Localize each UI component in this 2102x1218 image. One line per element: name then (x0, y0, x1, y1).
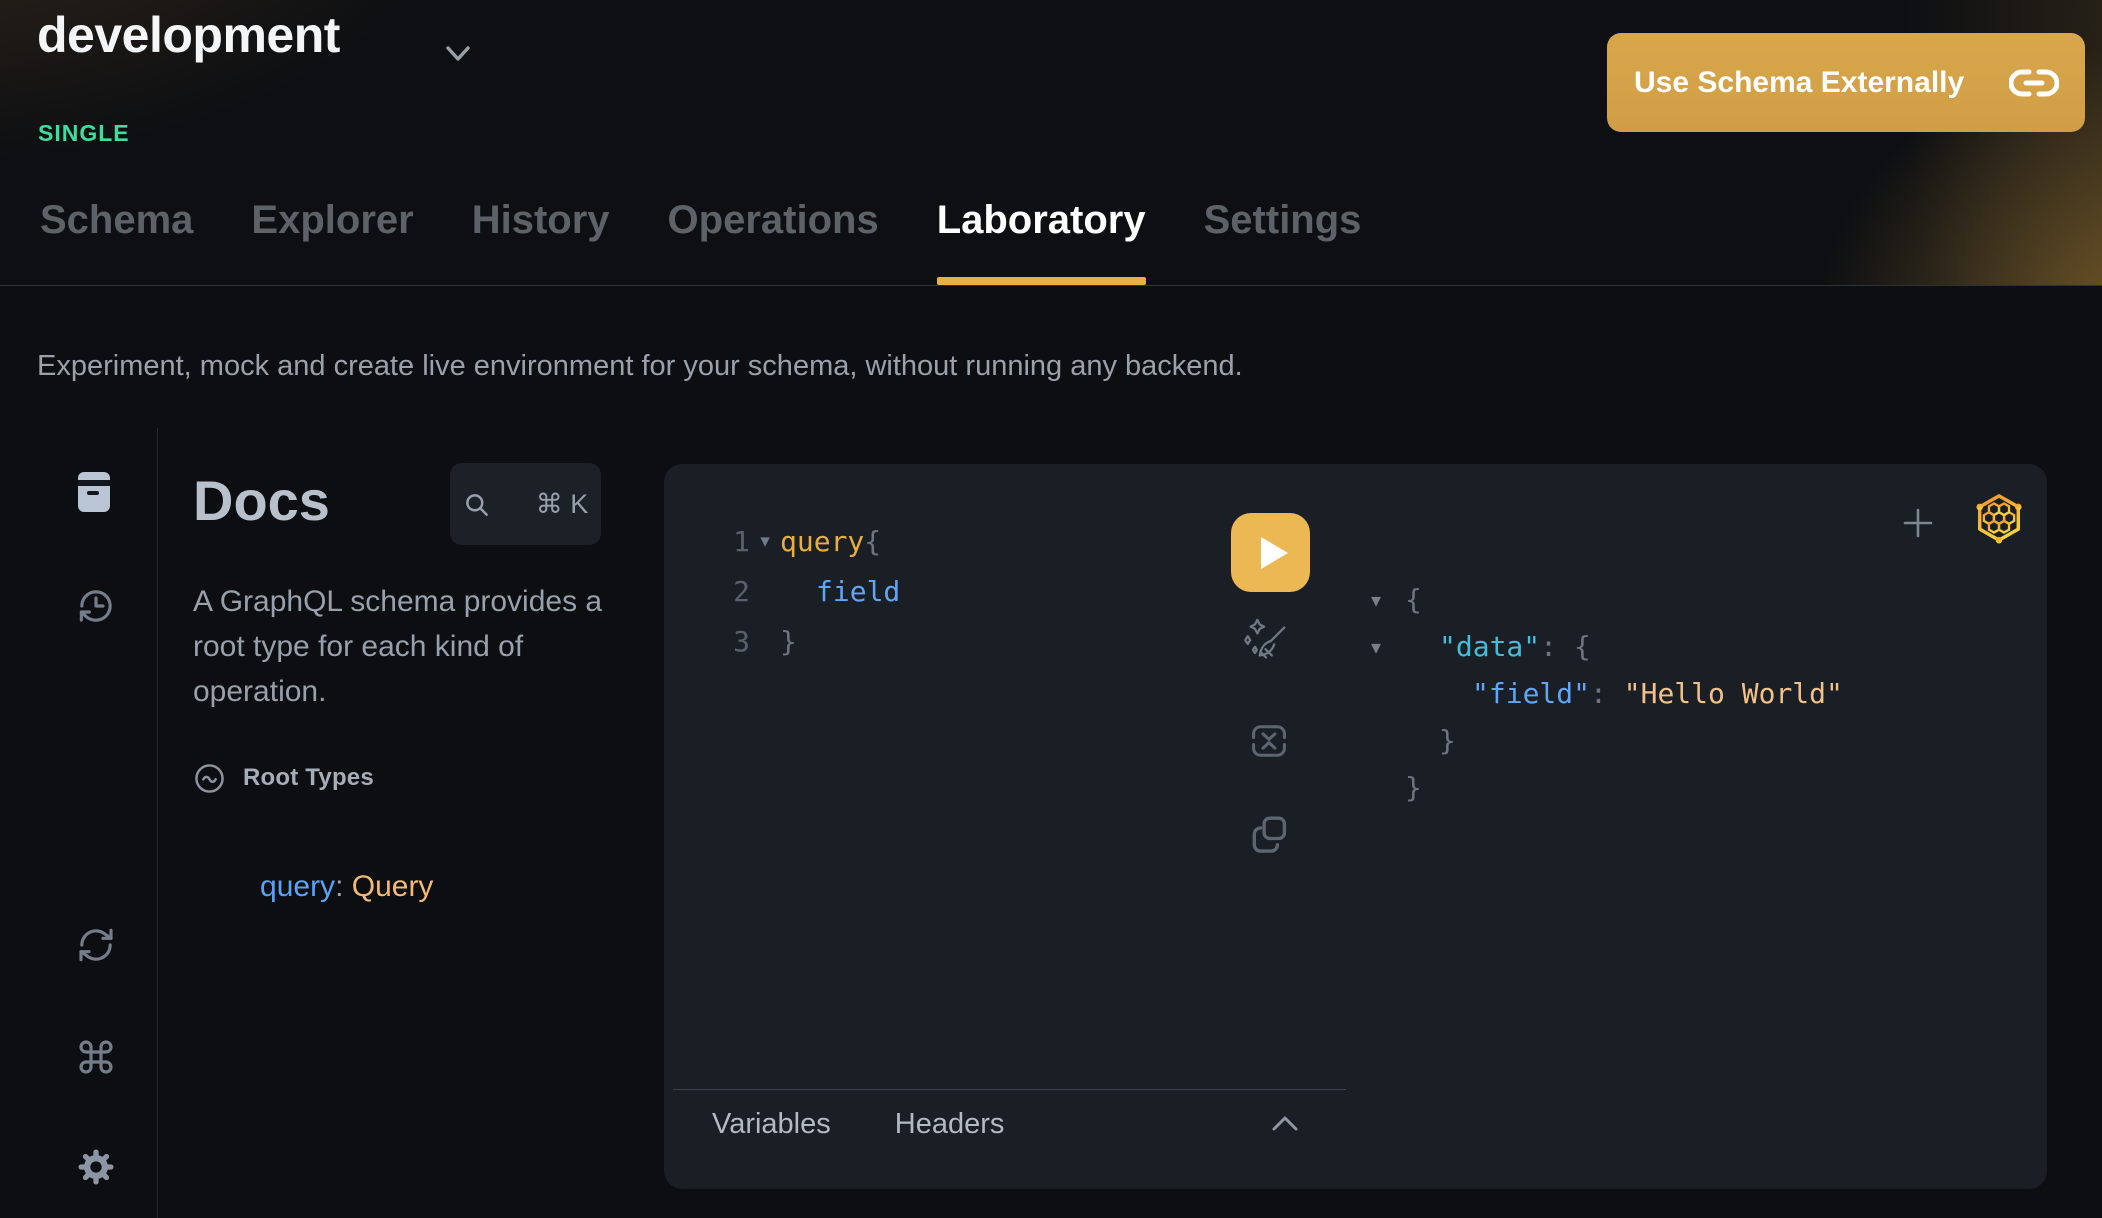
fold-arrow-icon[interactable]: ▾ (750, 530, 780, 552)
query-line[interactable]: 3 } (664, 616, 900, 666)
link-icon (2009, 66, 2059, 100)
root-type-separator: : (335, 870, 352, 903)
plus-icon (1901, 506, 1945, 540)
prettify-query-button[interactable] (1241, 617, 1291, 667)
laboratory-page: development SINGLE Use Schema Externally… (0, 0, 2102, 1218)
open-brace: { (864, 525, 881, 558)
docs-search-button[interactable]: ⌘ K (450, 463, 601, 545)
tab-variables[interactable]: Variables (712, 1108, 831, 1141)
play-icon (1261, 537, 1288, 569)
prettify-icon (1241, 617, 1291, 667)
fold-arrow-icon[interactable]: ▾ (1371, 588, 1405, 612)
editor-footer-tabs: Variables Headers (712, 1104, 1004, 1144)
response-line: } (1371, 764, 1843, 811)
json-value-hello-world: "Hello World" (1624, 677, 1843, 710)
root-type-field-link[interactable]: query (260, 870, 335, 903)
root-type-query: query: Query (210, 836, 433, 938)
history-icon (76, 586, 116, 626)
graphiql-panel: 1 ▾ query{ 2 field 3 } (664, 464, 2047, 1189)
docs-title: Docs (193, 468, 330, 533)
line-number: 3 (664, 625, 750, 658)
merge-fragments-button[interactable] (1247, 722, 1291, 760)
query-field: field (816, 575, 900, 608)
json-key-data: "data" (1439, 630, 1540, 663)
root-types-icon (193, 762, 226, 795)
root-types-section: Root Types (193, 760, 374, 796)
docs-panel: Docs ⌘ K A GraphQL schema provides a roo… (158, 286, 664, 1218)
root-type-type-link[interactable]: Query (352, 870, 434, 903)
page-header: development SINGLE Use Schema Externally… (0, 0, 2102, 286)
editor-footer-divider (673, 1089, 1346, 1090)
tab-headers[interactable]: Headers (895, 1108, 1005, 1141)
refresh-icon (76, 925, 116, 965)
graphql-hive-logo-icon[interactable] (1972, 490, 2026, 546)
search-shortcut-label: ⌘ K (536, 489, 589, 520)
settings-sidebar-button[interactable] (76, 1147, 116, 1187)
response-line: ▾ "data": { (1371, 623, 1843, 670)
tab-explorer[interactable]: Explorer (251, 198, 413, 285)
query-keyword: query (780, 525, 864, 558)
line-number: 2 (664, 575, 750, 608)
docs-description: A GraphQL schema provides a root type fo… (193, 579, 613, 714)
add-tab-button[interactable] (1901, 501, 1945, 545)
keyboard-shortcuts-button[interactable] (76, 1037, 116, 1077)
chevron-down-icon[interactable] (443, 44, 473, 64)
merge-icon (1247, 722, 1291, 760)
docs-sidebar-button[interactable] (76, 472, 116, 512)
copy-icon (1249, 814, 1289, 856)
response-line: "field": "Hello World" (1371, 670, 1843, 717)
line-number: 1 (664, 525, 750, 558)
close-brace: } (780, 625, 797, 658)
refresh-schema-button[interactable] (76, 925, 116, 965)
tab-settings[interactable]: Settings (1204, 198, 1362, 285)
query-line[interactable]: 2 field (664, 566, 900, 616)
chevron-up-icon (1268, 1112, 1312, 1136)
response-line: } (1371, 717, 1843, 764)
query-line[interactable]: 1 ▾ query{ (664, 516, 900, 566)
query-editor[interactable]: 1 ▾ query{ 2 field 3 } (664, 516, 900, 666)
tab-bar: Schema Explorer History Operations Labor… (40, 198, 1361, 285)
gear-icon (76, 1147, 116, 1187)
tab-history[interactable]: History (472, 198, 610, 285)
root-types-label: Root Types (243, 764, 374, 792)
response-line: ▾ { (1371, 576, 1843, 623)
collapse-footer-button[interactable] (1268, 1102, 1312, 1146)
json-key-field: "field" (1472, 677, 1590, 710)
tab-operations[interactable]: Operations (668, 198, 879, 285)
book-icon (76, 472, 116, 512)
copy-query-button[interactable] (1249, 814, 1289, 856)
search-icon (463, 429, 523, 580)
fold-arrow-icon[interactable]: ▾ (1371, 635, 1405, 659)
command-icon (76, 1037, 116, 1077)
tab-laboratory[interactable]: Laboratory (937, 198, 1146, 285)
use-schema-externally-label: Use Schema Externally (1634, 66, 1964, 100)
history-sidebar-button[interactable] (76, 586, 116, 626)
page-title: development (37, 6, 340, 64)
execute-query-button[interactable] (1231, 513, 1310, 592)
response-viewer: ▾ { ▾ "data": { "field": "Hello World" }… (1371, 576, 1843, 811)
use-schema-externally-button[interactable]: Use Schema Externally (1607, 33, 2085, 132)
environment-badge: SINGLE (38, 120, 130, 147)
tab-schema[interactable]: Schema (40, 198, 193, 285)
icon-rail (0, 428, 158, 1218)
